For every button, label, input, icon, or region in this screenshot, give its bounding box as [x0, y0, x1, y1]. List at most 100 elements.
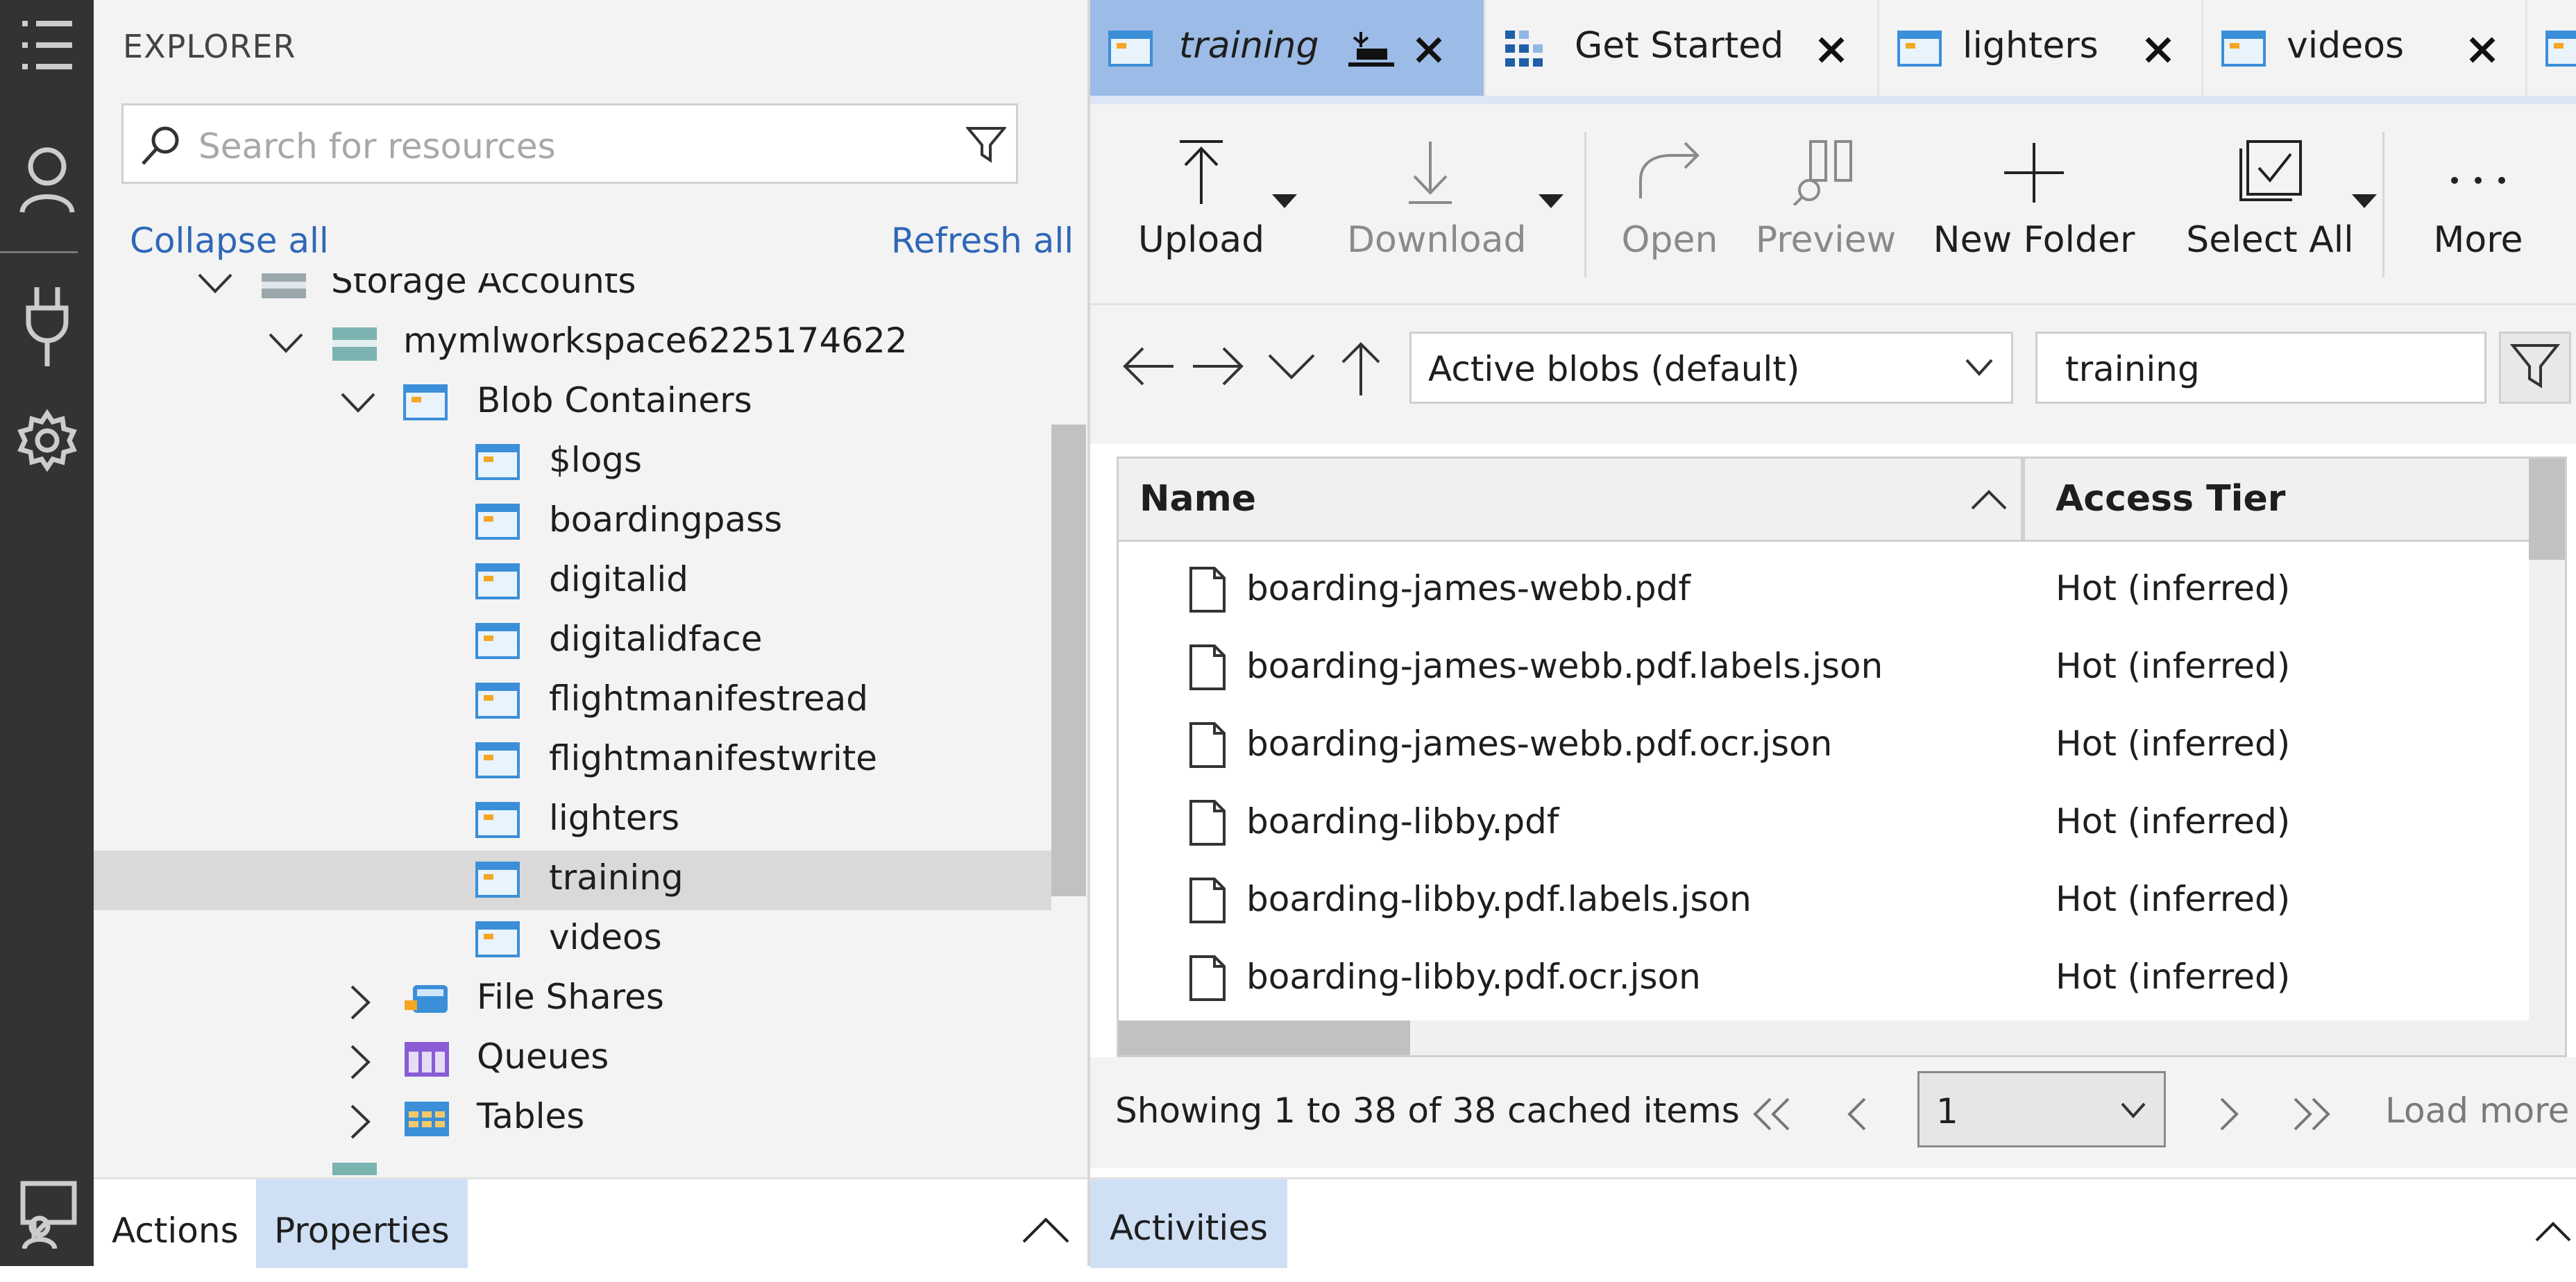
- upload-dropdown-icon[interactable]: [1271, 193, 1298, 212]
- first-page-icon[interactable]: [1749, 1096, 1794, 1135]
- resource-search-box[interactable]: Search for resources: [121, 103, 1018, 184]
- tree-item-blob-containers[interactable]: Blob Containers: [94, 373, 1051, 433]
- horizontal-scroll-thumb[interactable]: [1119, 1020, 1410, 1055]
- chevron-down-icon[interactable]: [339, 387, 377, 420]
- chevron-down-icon[interactable]: [267, 327, 305, 361]
- next-page-icon[interactable]: [2214, 1096, 2242, 1135]
- tree-item-container[interactable]: flightmanifestwrite: [94, 731, 1051, 791]
- filter-button[interactable]: [2499, 332, 2571, 404]
- tree-item-container-selected[interactable]: training: [94, 851, 1051, 910]
- gear-icon[interactable]: [0, 409, 94, 472]
- open-label: Open: [1621, 219, 1718, 261]
- tab-actions[interactable]: Actions: [94, 1179, 257, 1268]
- tab-training[interactable]: training: [1090, 0, 1486, 96]
- recent-dropdown-icon[interactable]: [1266, 351, 1316, 384]
- tree-item-tables[interactable]: Tables: [94, 1089, 1051, 1149]
- path-value: training: [2065, 349, 2200, 389]
- tab-lighters[interactable]: lighters: [1879, 0, 2203, 96]
- plug-icon[interactable]: [0, 284, 94, 368]
- close-icon[interactable]: [2467, 35, 2498, 68]
- open-button[interactable]: Open: [1600, 104, 1739, 305]
- search-input[interactable]: Search for resources: [198, 126, 556, 166]
- column-header-access-tier[interactable]: Access Tier: [2056, 459, 2285, 540]
- tab-bar: training Get Started lighters videos: [1090, 0, 2576, 96]
- tree-item-queues[interactable]: Queues: [94, 1029, 1051, 1089]
- explorer-icon[interactable]: [0, 19, 94, 71]
- tree-item-clipped[interactable]: [94, 1149, 1051, 1175]
- table-row[interactable]: boarding-james-webb.pdf Hot (inferred): [1119, 550, 2548, 628]
- filter-icon[interactable]: [965, 125, 1008, 168]
- resource-tree: Storage Accounts mymlworkspace6225174622…: [94, 273, 1087, 1175]
- forward-arrow-icon[interactable]: [1192, 344, 1244, 391]
- tab-activities[interactable]: Activities: [1090, 1179, 1288, 1268]
- blob-tier: Hot (inferred): [2056, 568, 2291, 608]
- download-button[interactable]: Download: [1347, 104, 1526, 305]
- blob-name: boarding-james-webb.pdf: [1246, 568, 1690, 608]
- table-row[interactable]: boarding-libby.pdf Hot (inferred): [1119, 783, 2548, 861]
- tree-item-container[interactable]: digitalidface: [94, 612, 1051, 672]
- pin-icon[interactable]: [1347, 29, 1396, 71]
- chevron-right-icon[interactable]: [345, 984, 375, 1024]
- tab-overflow[interactable]: [2527, 0, 2576, 96]
- column-divider[interactable]: [2021, 459, 2025, 540]
- tree-item-storage-account[interactable]: mymlworkspace6225174622: [94, 314, 1051, 373]
- tab-properties[interactable]: Properties: [256, 1179, 468, 1268]
- tree-item-container[interactable]: videos: [94, 910, 1051, 970]
- new-folder-button[interactable]: New Folder: [1923, 104, 2145, 305]
- table-row[interactable]: boarding-james-webb.pdf.ocr.json Hot (in…: [1119, 706, 2548, 783]
- tree-item-label: boardingpass: [549, 499, 783, 540]
- tab-label: videos: [2287, 25, 2405, 67]
- tree-item-container[interactable]: $logs: [94, 433, 1051, 493]
- last-page-icon[interactable]: [2289, 1096, 2334, 1135]
- table-row[interactable]: boarding-james-webb.pdf.labels.json Hot …: [1119, 628, 2548, 706]
- tab-videos[interactable]: videos: [2203, 0, 2527, 96]
- path-input[interactable]: training: [2035, 332, 2486, 404]
- download-dropdown-icon[interactable]: [1537, 193, 1565, 212]
- table-row[interactable]: boarding-libby.pdf.labels.json Hot (infe…: [1119, 861, 2548, 939]
- chevron-down-icon[interactable]: [196, 273, 234, 301]
- more-icon: [2409, 139, 2548, 205]
- blob-tier: Hot (inferred): [2056, 957, 2291, 997]
- tree-item-container[interactable]: flightmanifestread: [94, 672, 1051, 731]
- select-all-button[interactable]: Select All: [2159, 104, 2381, 305]
- upload-button[interactable]: Upload: [1125, 104, 1278, 305]
- column-header-name[interactable]: Name: [1139, 459, 1256, 540]
- account-icon[interactable]: [0, 146, 94, 215]
- tree-item-file-shares[interactable]: File Shares: [94, 970, 1051, 1029]
- page-number-select[interactable]: 1: [1917, 1071, 2166, 1147]
- vertical-scroll-thumb[interactable]: [2529, 459, 2565, 560]
- table-row[interactable]: boarding-libby.pdf.ocr.json Hot (inferre…: [1119, 939, 2548, 1016]
- container-icon: [475, 622, 523, 662]
- tree-item-storage-accounts[interactable]: Storage Accounts: [94, 273, 1051, 314]
- tree-item-container[interactable]: digitalid: [94, 552, 1051, 612]
- sort-ascending-icon[interactable]: [1969, 488, 2008, 514]
- close-icon[interactable]: [1816, 35, 1847, 68]
- container-icon: [475, 741, 523, 781]
- select-all-dropdown-icon[interactable]: [2350, 193, 2378, 212]
- load-more-button[interactable]: Load more: [2385, 1091, 2569, 1131]
- up-arrow-icon[interactable]: [1339, 341, 1383, 400]
- blob-filter-select[interactable]: Active blobs (default): [1409, 332, 2013, 404]
- close-icon[interactable]: [2143, 35, 2174, 68]
- filter-icon: [2509, 341, 2561, 394]
- preview-button[interactable]: Preview: [1743, 104, 1909, 305]
- tree-item-label: digitalid: [549, 559, 689, 599]
- chevron-right-icon[interactable]: [345, 1043, 375, 1084]
- refresh-all-link[interactable]: Refresh all: [891, 221, 1074, 261]
- activity-bar: [0, 0, 94, 1266]
- container-icon: [475, 562, 523, 602]
- tree-item-container[interactable]: lighters: [94, 791, 1051, 851]
- feedback-icon[interactable]: [0, 1179, 94, 1249]
- back-arrow-icon[interactable]: [1122, 344, 1175, 391]
- tab-get-started[interactable]: Get Started: [1486, 0, 1879, 96]
- previous-page-icon[interactable]: [1844, 1096, 1872, 1135]
- close-icon[interactable]: [1414, 35, 1444, 68]
- tree-item-container[interactable]: boardingpass: [94, 493, 1051, 552]
- collapse-all-link[interactable]: Collapse all: [130, 221, 329, 261]
- preview-label: Preview: [1755, 219, 1897, 261]
- chevron-right-icon[interactable]: [345, 1103, 375, 1143]
- chevron-up-icon[interactable]: [2534, 1220, 2573, 1246]
- tree-scrollbar[interactable]: [1051, 425, 1086, 896]
- more-button[interactable]: More: [2409, 104, 2548, 305]
- chevron-up-icon[interactable]: [1021, 1215, 1071, 1249]
